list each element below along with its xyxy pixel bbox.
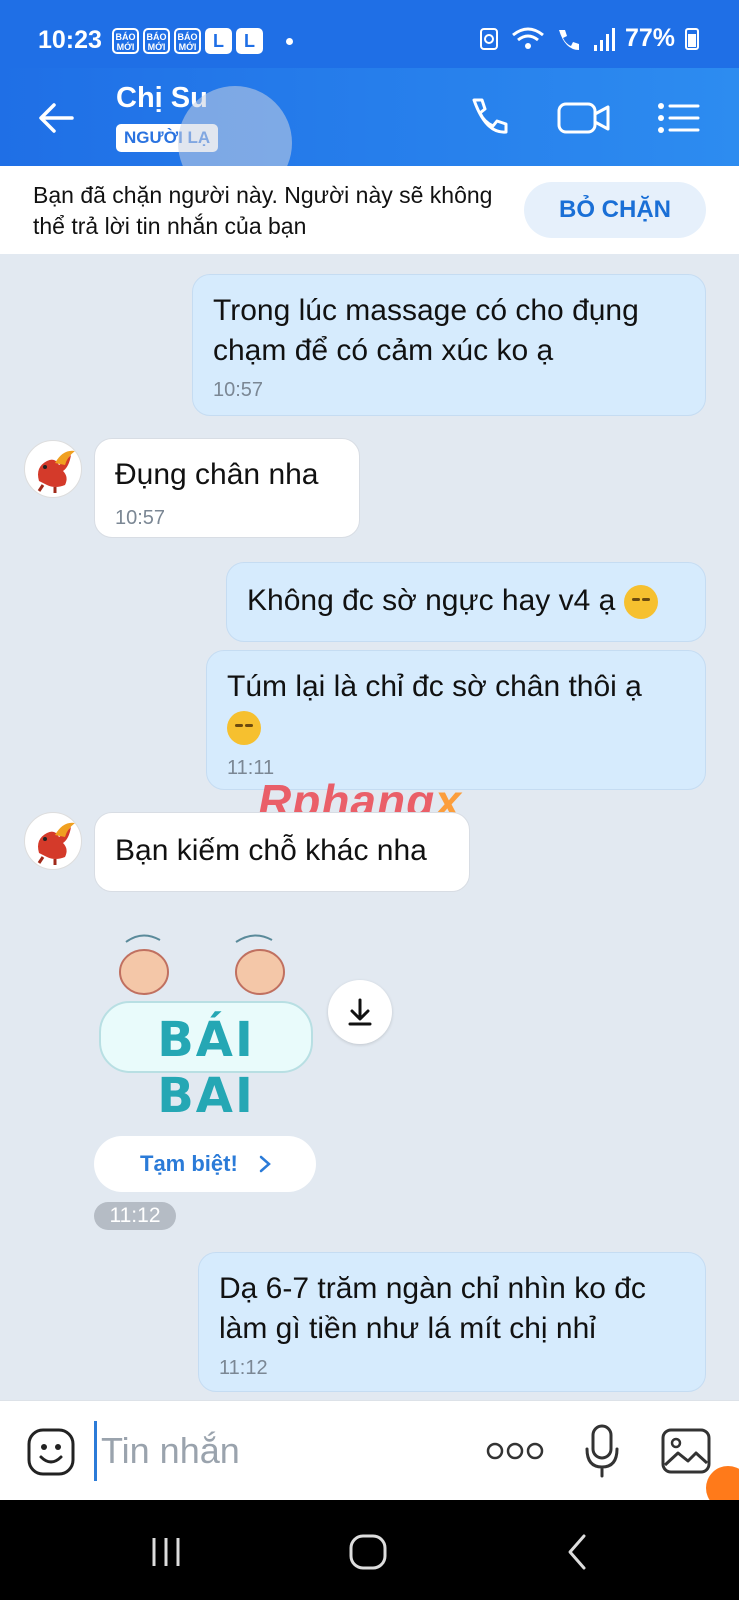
sync-icon (479, 27, 498, 50)
battery-percent: 77% (624, 24, 675, 52)
contact-avatar[interactable] (24, 440, 82, 498)
message-time-pill: 11:12 (94, 1202, 176, 1230)
message-text: Túm lại là chỉ đc sờ chân thôi ạ (227, 667, 642, 747)
message-text: Dạ 6-7 trăm ngàn chỉ nhìn ko đc làm gì t… (219, 1272, 646, 1345)
chat-header: Chị Su NGƯỜI LẠ (0, 68, 739, 200)
wifi-call-icon (558, 29, 579, 50)
menu-list-icon[interactable] (656, 94, 700, 142)
sticker-text: BÁI BAI (157, 1012, 255, 1124)
android-navigation-bar (0, 1500, 739, 1600)
recent-apps-icon[interactable] (146, 1532, 186, 1572)
chevron-right-icon (259, 1155, 271, 1173)
wifi-icon (512, 27, 544, 49)
message-input-bar (0, 1400, 739, 1500)
message-text: Không đc sờ ngực hay v4 ạ (247, 581, 658, 621)
phone-icon[interactable] (464, 94, 512, 142)
download-button[interactable] (328, 980, 392, 1044)
signal-icon (593, 27, 615, 51)
block-notice-text: Bạn đã chặn người này. Người này sẽ khôn… (33, 182, 493, 239)
status-time: 10:23 (38, 26, 102, 54)
baomoi-notification-icon: BÁO MỚI (112, 28, 139, 54)
block-banner: Bạn đã chặn người này. Người này sẽ khôn… (0, 166, 739, 254)
baomoi-notification-icon: BÁO MỚI (174, 28, 201, 54)
message-time: 10:57 (213, 379, 264, 401)
thinking-face-emoji (623, 585, 658, 620)
emoji-picker-icon[interactable] (26, 1427, 76, 1477)
l-notification-icon: L (205, 28, 232, 54)
image-gallery-icon[interactable] (660, 1427, 712, 1475)
message-time: 10:57 (115, 507, 166, 529)
notification-icons: BÁO MỚI BÁO MỚI BÁO MỚI L L (112, 28, 263, 54)
battery-icon (685, 27, 699, 50)
baomoi-notification-icon: BÁO MỚI (143, 28, 170, 54)
message-text: Đụng chân nha (115, 458, 319, 491)
unblock-button[interactable]: BỎ CHẶN (524, 182, 706, 238)
message-bubble-incoming[interactable]: Bạn kiếm chỗ khác nha (94, 812, 470, 892)
message-bubble-incoming[interactable]: Đụng chân nha 10:57 (94, 438, 360, 538)
message-bubble-outgoing[interactable]: Dạ 6-7 trăm ngàn chỉ nhìn ko đc làm gì t… (198, 1252, 706, 1392)
dragon-avatar-icon (37, 822, 75, 865)
message-text: Bạn kiếm chỗ khác nha (115, 834, 427, 867)
more-notifications-dot (286, 38, 293, 45)
video-camera-icon[interactable] (556, 94, 612, 142)
message-bubble-outgoing[interactable]: Không đc sờ ngực hay v4 ạ (226, 562, 706, 642)
status-bar: 10:23 BÁO MỚI BÁO MỚI BÁO MỚI L L 77% (0, 0, 739, 68)
download-icon (348, 998, 372, 1026)
more-options-icon[interactable] (486, 1439, 544, 1463)
message-bubble-outgoing[interactable]: Trong lúc massage có cho đụng chạm để có… (192, 274, 706, 416)
dragon-avatar-icon (37, 450, 75, 493)
microphone-icon[interactable] (582, 1423, 622, 1479)
message-bubble-outgoing[interactable]: Túm lại là chỉ đc sờ chân thôi ạ 11:11 (206, 650, 706, 790)
bye-bye-sticker[interactable]: BÁI BAI (96, 930, 316, 1124)
message-time: 11:12 (219, 1357, 268, 1379)
system-indicators: 77% (477, 24, 699, 53)
message-text: Trong lúc massage có cho đụng chạm để có… (213, 294, 639, 367)
l-notification-icon: L (236, 28, 263, 54)
quick-reply-button[interactable]: Tạm biệt! (94, 1136, 316, 1192)
contact-avatar[interactable] (24, 812, 82, 870)
home-icon[interactable] (346, 1532, 390, 1572)
back-nav-icon[interactable] (558, 1532, 598, 1572)
message-input[interactable] (94, 1421, 474, 1481)
pensive-face-emoji (227, 711, 261, 746)
back-arrow-icon[interactable] (34, 96, 78, 140)
